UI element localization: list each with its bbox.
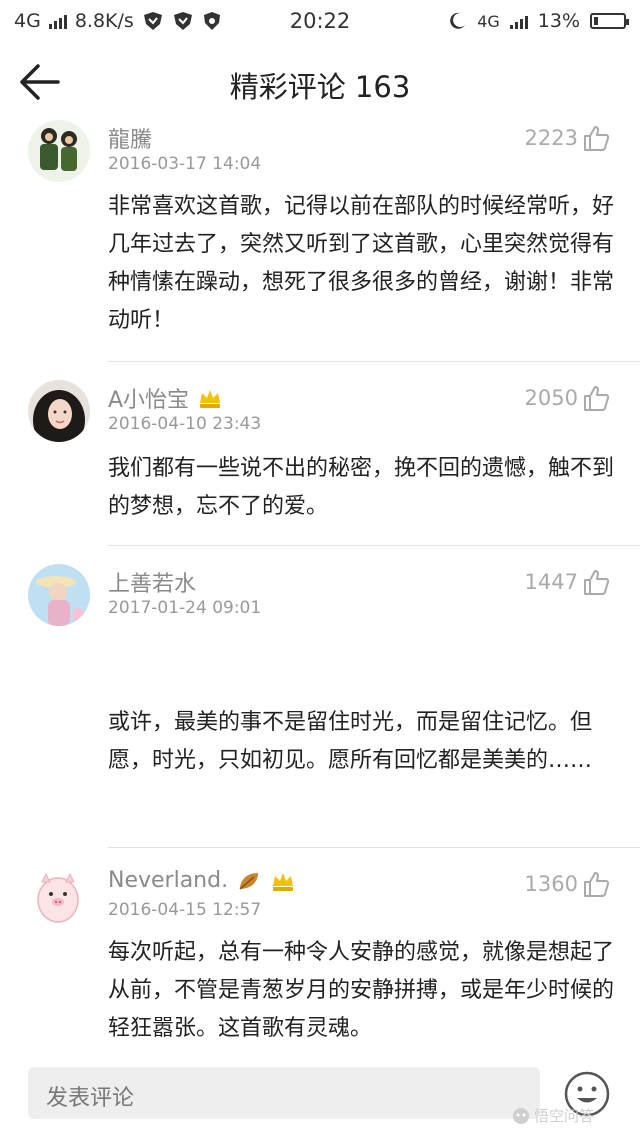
battery-icon — [590, 13, 629, 29]
pig-avatar-icon — [28, 866, 90, 928]
comment-text: 我们都有一些说不出的秘密，挽不回的遗憾，触不到的梦想，忘不了的爱。 — [108, 456, 615, 519]
avatar-image — [28, 380, 90, 442]
like-button[interactable]: 1360 — [525, 870, 610, 898]
avatar[interactable] — [28, 866, 90, 928]
leaf-badge-icon — [239, 872, 259, 890]
thumbs-up-icon — [584, 386, 610, 411]
username[interactable]: Neverland. — [108, 868, 296, 893]
comment-input-placeholder: 发表评论 — [46, 1086, 135, 1111]
like-button[interactable]: 1447 — [525, 568, 610, 596]
comment-item: Neverland. 2016-04-15 12:57 1360 每次听起，总有… — [0, 848, 640, 1048]
crown-badge-icon — [200, 390, 221, 408]
username-text: 上善若水 — [108, 572, 197, 597]
watermark-text: 悟空问答 — [534, 1107, 595, 1125]
comment-input-bar: 发表评论 悟空问答 — [0, 1049, 640, 1138]
wukong-logo-icon — [513, 1107, 529, 1124]
avatar[interactable] — [28, 120, 90, 182]
comment-date: 2016-04-10 23:43 — [108, 414, 262, 434]
comment-item: 龍騰 2016-03-17 14:04 2223 非常喜欢这首歌，记得以前在部队… — [0, 114, 640, 362]
avatar[interactable] — [28, 380, 90, 442]
like-count: 1447 — [524, 570, 578, 594]
comment-text: 或许，最美的事不是留住时光，而是留住记忆。但愿，时光，只如初见。愿所有回忆都是美… — [108, 710, 593, 773]
moon-icon — [450, 12, 466, 29]
like-count: 2223 — [524, 126, 578, 150]
username-text: 龍騰 — [108, 128, 153, 153]
page-header: 精彩评论 163 — [0, 50, 640, 114]
username-text: A小怡宝 — [108, 388, 190, 413]
thumbs-up-icon — [584, 126, 610, 151]
avatar[interactable] — [28, 564, 90, 626]
like-count: 1360 — [524, 872, 578, 896]
username[interactable]: A小怡宝 — [108, 382, 223, 414]
thumbs-up-icon — [584, 570, 610, 595]
comment-text: 非常喜欢这首歌，记得以前在部队的时候经常听，好几年过去了，突然又听到了这首歌，心… — [108, 194, 615, 333]
battery-percent: 13% — [537, 10, 580, 32]
like-button[interactable]: 2050 — [525, 384, 610, 412]
username[interactable]: 上善若水 — [108, 566, 196, 598]
username[interactable]: 龍騰 — [108, 122, 152, 154]
comment-date: 2016-03-17 14:04 — [108, 154, 262, 174]
comment-list[interactable]: 龍騰 2016-03-17 14:04 2223 非常喜欢这首歌，记得以前在部队… — [0, 114, 640, 1049]
like-button[interactable]: 2223 — [525, 124, 610, 152]
network-type-right: 4G — [477, 11, 500, 31]
comment-item: 上善若水 2017-01-24 09:01 1447 或许，最美的事不是留住时光… — [0, 546, 640, 848]
avatar-image — [28, 564, 90, 626]
username-text: Neverland. — [108, 868, 229, 893]
comment-date: 2017-01-24 09:01 — [108, 598, 262, 618]
like-count: 2050 — [524, 386, 578, 410]
page-title: 精彩评论 163 — [229, 70, 411, 104]
status-bar: 4G 8.8K/s 20:22 4G 13% — [0, 0, 640, 44]
battery-fill — [594, 17, 598, 25]
status-right: 4G 13% — [447, 10, 629, 32]
crown-badge-icon — [273, 872, 294, 891]
signal-icon — [509, 13, 528, 29]
thumbs-up-icon — [584, 872, 610, 897]
avatar-image — [28, 120, 90, 182]
comment-date: 2016-04-15 12:57 — [108, 900, 262, 920]
comment-text: 每次听起，总有一种令人安静的感觉，就像是想起了从前，不管是青葱岁月的安静拼搏，或… — [108, 940, 615, 1041]
comment-item: A小怡宝 2016-04-10 23:43 2050 我们都有一些说不出的秘密，… — [0, 362, 640, 546]
watermark: 悟空问答 — [512, 1105, 594, 1126]
comment-input[interactable]: 发表评论 — [28, 1067, 540, 1119]
